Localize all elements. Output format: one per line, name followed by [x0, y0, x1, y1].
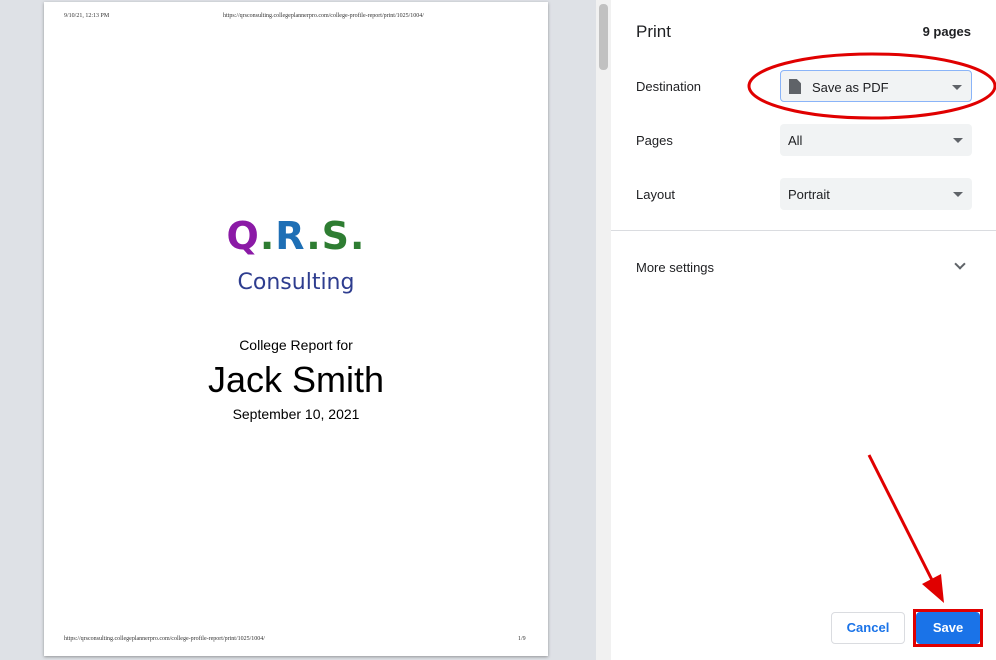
page-count: 9 pages — [922, 24, 971, 39]
pages-select[interactable]: All — [780, 124, 972, 156]
layout-select[interactable]: Portrait — [780, 178, 972, 210]
preview-page: 9/10/21, 12:13 PM https://qrsconsulting.… — [44, 2, 548, 656]
page-footer-url: https://qrsconsulting.collegeplannerpro.… — [64, 636, 265, 642]
logo-subtitle: Consulting — [237, 270, 355, 295]
chevron-down-icon[interactable] — [954, 258, 966, 270]
cancel-button[interactable]: Cancel — [831, 612, 905, 644]
page-footer-number: 1/9 — [518, 636, 526, 642]
dropdown-arrow-icon — [953, 138, 963, 143]
pages-label: Pages — [636, 133, 673, 148]
student-name: Jack Smith — [207, 359, 385, 400]
logo-dot: . — [306, 214, 322, 258]
more-settings-toggle[interactable]: More settings — [636, 260, 714, 275]
logo-dot: . — [350, 214, 366, 258]
destination-value: Save as PDF — [812, 80, 889, 95]
panel-title: Print — [636, 22, 671, 41]
page-header-url: https://qrsconsulting.collegeplannerpro.… — [223, 13, 424, 19]
logo-letter-s: S — [321, 214, 351, 258]
save-button[interactable]: Save — [916, 612, 980, 644]
section-divider — [611, 230, 996, 231]
preview-scrollbar[interactable] — [596, 0, 611, 660]
layout-label: Layout — [636, 187, 676, 202]
page-header-datetime: 9/10/21, 12:13 PM — [64, 13, 110, 19]
logo-letter-q: Q — [226, 214, 260, 258]
logo-letter-r: R — [275, 214, 307, 258]
document-icon — [789, 79, 801, 94]
report-for-label: College Report for — [239, 337, 353, 353]
qrs-logo: Q.R.S. — [44, 214, 548, 258]
logo-dot: . — [259, 214, 276, 258]
print-preview-area: 9/10/21, 12:13 PM https://qrsconsulting.… — [0, 0, 611, 660]
destination-label: Destination — [636, 79, 702, 94]
pages-value: All — [788, 133, 803, 148]
dropdown-arrow-icon — [953, 192, 963, 197]
layout-value: Portrait — [788, 187, 830, 202]
report-date: September 10, 2021 — [232, 406, 360, 422]
scrollbar-thumb[interactable] — [599, 4, 608, 70]
destination-select[interactable]: Save as PDF — [780, 70, 972, 102]
print-settings-panel: Print 9 pages Destination Save as PDF Pa… — [611, 0, 996, 660]
dropdown-arrow-icon — [952, 85, 962, 90]
